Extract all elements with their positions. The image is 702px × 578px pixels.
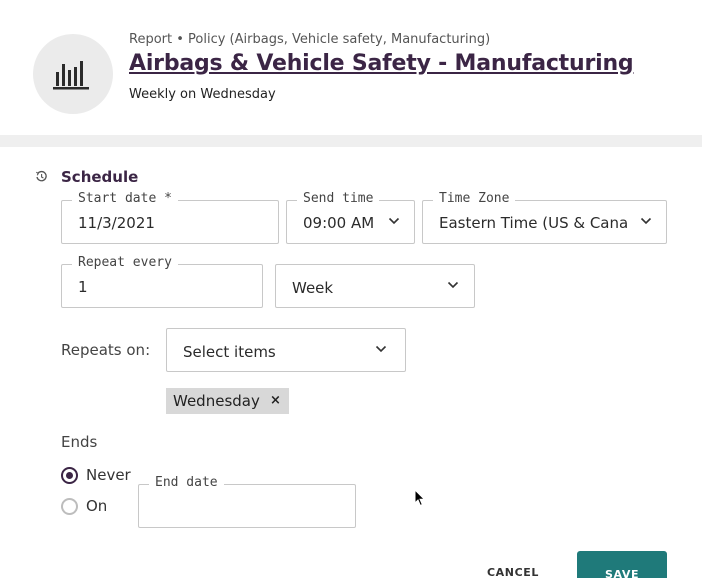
repeats-on-placeholder: Select items <box>183 343 276 361</box>
time-zone-value: Eastern Time (US & Canada) <box>439 214 627 232</box>
repeat-every-label: Repeat every <box>72 255 178 270</box>
repeat-unit-value: Week <box>292 279 334 297</box>
chevron-down-icon <box>640 217 652 225</box>
breadcrumb: Report • Policy (Airbags, Vehicle safety… <box>129 32 491 47</box>
chevron-down-icon <box>375 345 387 353</box>
radio-on[interactable] <box>61 498 78 515</box>
time-zone-select[interactable]: Time Zone Eastern Time (US & Canada) <box>422 191 667 244</box>
save-button[interactable]: SAVE <box>577 551 667 578</box>
ends-label: Ends <box>61 433 98 451</box>
end-date-label: End date <box>149 475 224 490</box>
radio-never[interactable] <box>61 467 78 484</box>
end-date-field[interactable]: End date <box>138 475 356 528</box>
bar-chart-icon <box>53 61 89 90</box>
radio-never-label[interactable]: Never <box>86 466 131 484</box>
report-title-link[interactable]: Airbags & Vehicle Safety - Manufacturing <box>129 51 634 76</box>
history-icon <box>36 170 47 182</box>
chevron-down-icon <box>388 217 400 225</box>
radio-on-label[interactable]: On <box>86 497 107 515</box>
send-time-label: Send time <box>297 191 380 206</box>
mouse-cursor-icon <box>414 489 426 507</box>
header-divider <box>0 135 702 147</box>
send-time-select[interactable]: Send time 09:00 AM <box>286 191 415 244</box>
section-title-schedule: Schedule <box>61 168 139 186</box>
report-avatar <box>33 34 113 114</box>
start-date-value: 11/3/2021 <box>78 214 155 232</box>
start-date-label: Start date * <box>72 191 178 206</box>
repeat-unit-select[interactable]: Week <box>275 264 475 308</box>
selected-day-chip: Wednesday × <box>166 388 289 414</box>
remove-chip-icon[interactable]: × <box>270 393 281 408</box>
schedule-summary: Weekly on Wednesday <box>129 87 276 102</box>
chevron-down-icon <box>447 281 459 289</box>
repeats-on-select[interactable]: Select items <box>166 328 406 372</box>
chip-label: Wednesday <box>173 392 260 410</box>
repeat-every-field[interactable]: Repeat every 1 <box>61 255 263 308</box>
cancel-button[interactable]: CANCEL <box>482 562 544 578</box>
time-zone-label: Time Zone <box>433 191 516 206</box>
repeats-on-label: Repeats on: <box>61 341 151 359</box>
send-time-value: 09:00 AM <box>303 214 375 232</box>
start-date-field[interactable]: Start date * 11/3/2021 <box>61 191 279 244</box>
repeat-every-value: 1 <box>78 278 88 296</box>
